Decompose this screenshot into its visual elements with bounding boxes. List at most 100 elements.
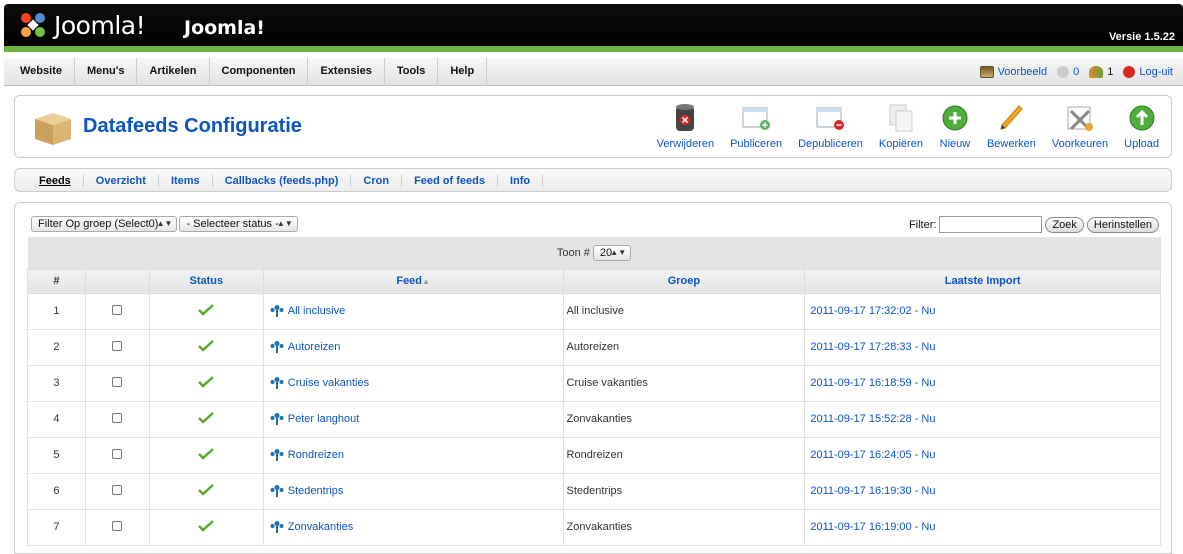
row-select-cell — [84, 436, 150, 474]
published-check-icon[interactable] — [198, 303, 215, 316]
feed-link[interactable]: Rondreizen — [264, 449, 563, 461]
feed-link[interactable]: Zonvakanties — [264, 521, 563, 533]
row-number: 3 — [27, 364, 86, 402]
feed-tree-icon — [270, 341, 284, 353]
new-icon — [939, 102, 971, 134]
unpublish-button[interactable]: Depubliceren — [794, 102, 867, 150]
group-name: Rondreizen — [566, 449, 623, 461]
row-select-cell — [84, 292, 150, 330]
row-group-cell: Rondreizen — [562, 436, 806, 474]
feed-link[interactable]: Autoreizen — [264, 341, 563, 353]
feed-tree-icon — [270, 521, 284, 533]
menu-item-componenten[interactable]: Componenten — [210, 58, 309, 86]
tab-callbacks[interactable]: Callbacks (feeds.php) — [213, 175, 352, 187]
row-import-cell: 2011-09-17 16:24:05 - Nu — [804, 436, 1161, 474]
publish-button[interactable]: Publiceren — [726, 102, 786, 150]
pager-limit-select[interactable]: 20 ▲▼ — [592, 244, 632, 261]
feed-link[interactable]: Stedentrips — [264, 485, 563, 497]
tab-feeds[interactable]: Feeds — [27, 175, 84, 187]
preferences-button[interactable]: Voorkeuren — [1048, 102, 1112, 150]
last-import-link[interactable]: 2011-09-17 16:18:59 - Nu — [805, 377, 935, 389]
tab-items[interactable]: Items — [159, 175, 213, 187]
row-import-cell: 2011-09-17 17:28:33 - Nu — [804, 328, 1161, 366]
published-check-icon[interactable] — [198, 411, 215, 424]
menu-item-help[interactable]: Help — [438, 58, 488, 86]
search-button[interactable]: Zoek — [1045, 216, 1084, 233]
column-header-number: # — [27, 268, 86, 294]
delete-button[interactable]: Verwijderen — [653, 102, 718, 150]
published-check-icon[interactable] — [198, 375, 215, 388]
feed-link[interactable]: All inclusive — [264, 305, 563, 317]
row-checkbox[interactable] — [112, 520, 123, 531]
copy-button[interactable]: Kopiëren — [875, 102, 927, 150]
row-group-cell: Stedentrips — [562, 472, 806, 510]
feed-tree-icon — [270, 449, 284, 461]
row-checkbox[interactable] — [112, 412, 123, 423]
table-row: 4 Peter langhout Zonvakanties 2011-09-17 15… — [27, 400, 1161, 438]
sort-asc-icon: ▲ — [422, 277, 430, 286]
tab-cron[interactable]: Cron — [351, 175, 403, 187]
edit-button[interactable]: Bewerken — [983, 102, 1040, 150]
column-header-laatste-import[interactable]: Laatste Import — [804, 268, 1161, 294]
feed-tree-icon — [270, 485, 284, 497]
last-import-link[interactable]: 2011-09-17 17:32:02 - Nu — [805, 305, 935, 317]
group-name: Stedentrips — [566, 485, 623, 497]
filter-label: Filter: — [908, 218, 937, 231]
menu-item-website[interactable]: Website — [8, 58, 75, 86]
upload-label: Upload — [1124, 138, 1159, 150]
status-filter-select[interactable]: - Selecteer status - ▲▼ — [179, 216, 298, 232]
header-bar: Joomla! Joomla! Versie 1.5.22 — [4, 4, 1183, 52]
copy-icon — [885, 102, 917, 134]
feed-name: All inclusive — [287, 305, 346, 317]
pager: Toon # 20 ▲▼ — [557, 244, 632, 261]
site-name: Joomla! — [184, 17, 265, 39]
row-select-cell — [84, 364, 150, 402]
submenu: Feeds Overzicht Items Callbacks (feeds.p… — [15, 169, 1171, 193]
group-filter-select[interactable]: Filter Op groep (Select0) ▲▼ — [31, 216, 178, 232]
menu-item-extensies[interactable]: Extensies — [308, 58, 385, 86]
feed-name: Autoreizen — [287, 341, 341, 353]
last-import-link[interactable]: 2011-09-17 16:19:00 - Nu — [805, 521, 935, 533]
row-number: 6 — [27, 472, 86, 510]
messages-count: 0 — [1073, 66, 1080, 78]
column-header-status[interactable]: Status — [148, 268, 264, 294]
column-header-feed-label: Feed — [396, 275, 423, 287]
select-arrows-icon: ▲▼ — [610, 247, 627, 257]
feed-link[interactable]: Cruise vakanties — [264, 377, 563, 389]
published-check-icon[interactable] — [198, 483, 215, 496]
last-import-link[interactable]: 2011-09-17 16:19:30 - Nu — [805, 485, 935, 497]
tab-feed-of-feeds[interactable]: Feed of feeds — [402, 175, 498, 187]
menu-item-tools[interactable]: Tools — [385, 58, 439, 86]
status-area: Voorbeeld 0 1 Log-uit — [979, 58, 1173, 86]
users-status[interactable]: 1 — [1089, 66, 1113, 78]
logout-link[interactable]: Log-uit — [1123, 66, 1173, 78]
feed-link[interactable]: Peter langhout — [264, 413, 563, 425]
published-check-icon[interactable] — [198, 519, 215, 532]
preview-link[interactable]: Voorbeeld — [979, 66, 1047, 78]
published-check-icon[interactable] — [198, 339, 215, 352]
menu-item-artikelen[interactable]: Artikelen — [137, 58, 210, 86]
row-checkbox[interactable] — [112, 304, 123, 315]
last-import-link[interactable]: 2011-09-17 16:24:05 - Nu — [805, 449, 935, 461]
tab-overzicht[interactable]: Overzicht — [84, 175, 159, 187]
row-checkbox[interactable] — [112, 376, 123, 387]
row-checkbox[interactable] — [112, 484, 123, 495]
row-checkbox[interactable] — [112, 340, 123, 351]
filter-input[interactable] — [939, 216, 1043, 233]
edit-icon — [995, 102, 1027, 134]
menu-item-menus[interactable]: Menu's — [75, 58, 138, 86]
new-button[interactable]: Nieuw — [935, 102, 975, 150]
messages-status[interactable]: 0 — [1057, 66, 1079, 78]
published-check-icon[interactable] — [198, 447, 215, 460]
upload-button[interactable]: Upload — [1120, 102, 1163, 150]
row-checkbox[interactable] — [112, 448, 123, 459]
tab-info[interactable]: Info — [498, 175, 544, 187]
column-header-feed[interactable]: Feed▲ — [262, 268, 564, 294]
row-group-cell: Zonvakanties — [562, 508, 806, 546]
reset-button[interactable]: Herinstellen — [1086, 216, 1159, 233]
last-import-link[interactable]: 2011-09-17 15:52:28 - Nu — [805, 413, 935, 425]
column-header-groep[interactable]: Groep — [562, 268, 806, 294]
group-name: Zonvakanties — [566, 521, 632, 533]
row-feed-cell: Peter langhout — [262, 400, 564, 438]
last-import-link[interactable]: 2011-09-17 17:28:33 - Nu — [805, 341, 935, 353]
